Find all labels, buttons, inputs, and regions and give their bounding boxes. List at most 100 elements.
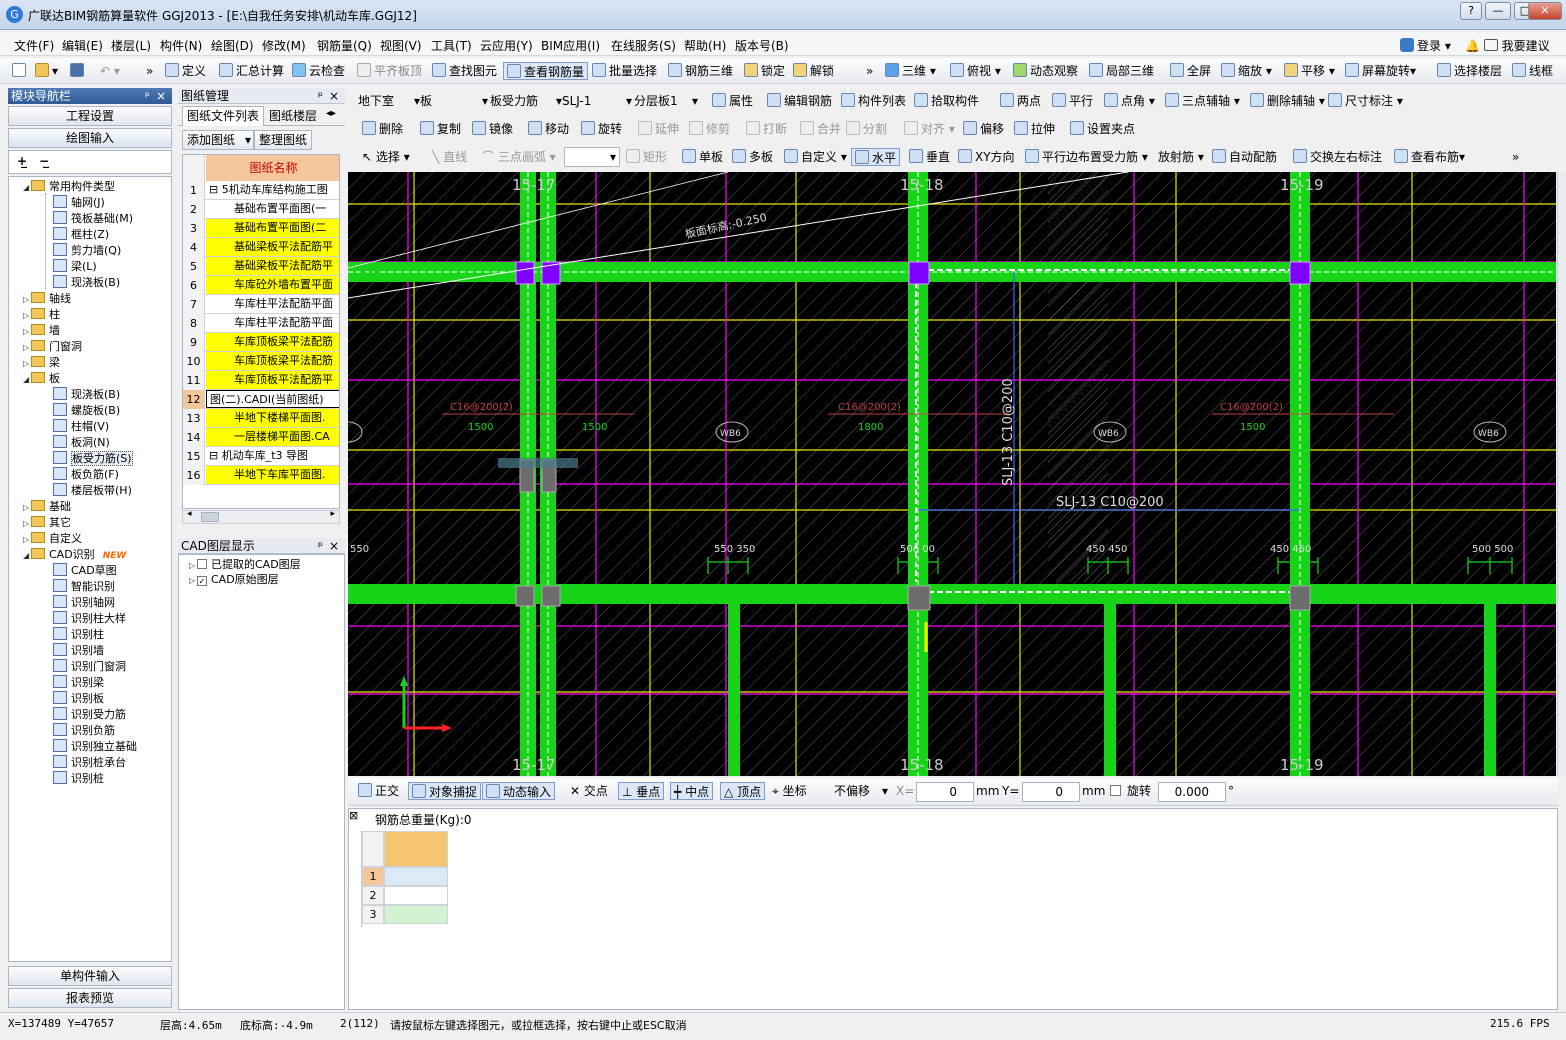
wireframe-button[interactable]: 线框 (1512, 62, 1553, 80)
menu-cloud[interactable]: 云应用(Y) (480, 37, 533, 54)
layer-original[interactable]: ▷ ✓ CAD原始图层 (189, 572, 279, 588)
suggest-button[interactable]: 🔔 我要建议 (1465, 37, 1550, 54)
drawing-row[interactable]: 15 ⊟ 机动车库_t3 导图 (183, 447, 339, 466)
collapse-icon[interactable]: ⊟ (209, 183, 222, 196)
tree-item[interactable]: 轴网(J) (53, 195, 105, 211)
collapse-all-icon[interactable]: −̲ (39, 154, 49, 168)
expand-icon[interactable]: ▷ (23, 340, 31, 356)
close-icon[interactable]: × (329, 538, 339, 554)
drawing-row[interactable]: 6 车库砼外墙布置平面 (183, 276, 339, 295)
drawing-row[interactable]: 13 半地下楼梯平面图. (183, 409, 339, 428)
close-icon[interactable]: × (329, 88, 339, 104)
tree-folder[interactable]: ▷ 其它 (23, 515, 71, 531)
tab-scroll-icon[interactable]: ◂▸ (326, 108, 336, 119)
3d-button[interactable]: 三维 ▾ (885, 62, 936, 80)
drawing-row[interactable]: 5 基础梁板平法配筋平 (183, 257, 339, 276)
move-button[interactable]: 移动 (528, 120, 569, 138)
expand-icon[interactable]: ▷ (23, 324, 31, 340)
tree-item[interactable]: 板负筋(F) (53, 467, 119, 483)
help-button[interactable]: ? (1460, 2, 1482, 20)
menu-modify[interactable]: 修改(M) (262, 37, 306, 54)
tab-drawing-floor[interactable]: 图纸楼层 (266, 108, 324, 126)
tree-item[interactable]: 识别独立基础 (53, 739, 137, 755)
canvas-vscroll[interactable] (1557, 172, 1566, 776)
parallel-button[interactable]: 平行 (1052, 92, 1093, 110)
tree-item[interactable]: 楼层板带(H) (53, 483, 132, 499)
select-floor-button[interactable]: 选择楼层 (1437, 62, 1502, 80)
category-select[interactable]: 板受力筋 ▾ (490, 92, 562, 110)
trim-button[interactable]: 修剪 (689, 120, 730, 138)
add-drawing-button[interactable]: 添加图纸 ▾ (182, 130, 254, 150)
component-select[interactable]: SLJ-1 ▾ (562, 92, 632, 110)
drawing-row[interactable]: 9 车库顶板梁平法配筋 (183, 333, 339, 352)
tree-folder[interactable]: ▷ 梁 (23, 355, 60, 371)
mirror-button[interactable]: 镜像 (472, 120, 513, 138)
menu-component[interactable]: 构件(N) (160, 37, 202, 54)
collapse-icon[interactable]: ◢ (23, 180, 31, 196)
menu-tools[interactable]: 工具(T) (431, 37, 472, 54)
save-icon[interactable] (70, 62, 87, 80)
login-button[interactable]: 登录 ▾ (1400, 37, 1451, 54)
tree-item[interactable]: 识别受力筋 (53, 707, 126, 723)
steel-cell[interactable] (384, 867, 448, 886)
offset-button[interactable]: 偏移 (963, 120, 1004, 138)
top-view-button[interactable]: 俯视 ▾ (950, 62, 1001, 80)
checkbox-checked[interactable]: ✓ (197, 576, 207, 586)
minimize-button[interactable]: — (1485, 2, 1511, 20)
zoom-button[interactable]: 缩放 ▾ (1221, 62, 1272, 80)
menu-steel[interactable]: 钢筋量(Q) (317, 37, 372, 54)
type-select[interactable]: 板 ▾ (420, 92, 488, 110)
auto-rebar-button[interactable]: 自动配筋 (1212, 148, 1277, 166)
single-input-button[interactable]: 单构件输入 (8, 966, 172, 986)
menu-bim[interactable]: BIM应用(I) (541, 37, 600, 54)
tree-folder[interactable]: ▷ 柱 (23, 307, 60, 323)
tree-item[interactable]: 识别柱 (53, 627, 104, 643)
expand-all-icon[interactable]: +̲ (17, 154, 27, 168)
steel-cell[interactable] (384, 886, 448, 905)
menu-edit[interactable]: 编辑(E) (62, 37, 103, 54)
ortho-button[interactable]: 正交 (358, 782, 399, 800)
rotate-checkbox[interactable]: 旋转 (1110, 782, 1151, 800)
tree-item[interactable]: 现浇板(B) (53, 387, 120, 403)
tree-item[interactable]: 剪力墙(Q) (53, 243, 121, 259)
single-slab-button[interactable]: 单板 (682, 148, 723, 166)
project-settings-button[interactable]: 工程设置 (8, 106, 172, 126)
horizontal-button[interactable]: 水平 (851, 148, 901, 166)
properties-button[interactable]: 属性 (712, 92, 753, 110)
tree-item[interactable]: 筏板基础(M) (53, 211, 133, 227)
align-top-button[interactable]: 平齐板顶 (357, 62, 422, 80)
view-rebar-button[interactable]: 查看布筋▾ (1394, 148, 1465, 166)
drawing-row[interactable]: 11 车库顶板平法配筋平 (183, 371, 339, 390)
pan-button[interactable]: 平移 ▾ (1284, 62, 1335, 80)
layer-select[interactable]: 分层板1 ▾ (634, 92, 698, 110)
arc-option-select[interactable]: ▾ (564, 147, 620, 167)
expand-icon[interactable]: ▷ (23, 308, 31, 324)
tree-item[interactable]: 识别轴网 (53, 595, 115, 611)
menu-floor[interactable]: 楼层(L) (111, 37, 151, 54)
draw-input-button[interactable]: 绘图输入 (8, 128, 172, 148)
batch-select-button[interactable]: 批量选择 (592, 62, 657, 80)
align-button[interactable]: 对齐 ▾ (904, 120, 955, 138)
more-icon[interactable]: » (146, 62, 153, 80)
tree-item[interactable]: 智能识别 (53, 579, 115, 595)
coordinate-button[interactable]: ⌖ 坐标 (772, 782, 807, 800)
cloud-check-button[interactable]: 云检查 (292, 62, 345, 80)
drawing-row[interactable]: 14 一层楼梯平面图.CA (183, 428, 339, 447)
tree-item[interactable]: 识别墙 (53, 643, 104, 659)
find-element-button[interactable]: 查找图元 (432, 62, 497, 80)
tree-folder[interactable]: ◢ 板 (23, 371, 60, 387)
component-list-button[interactable]: 构件列表 (841, 92, 906, 110)
tree-item[interactable]: 框柱(Z) (53, 227, 109, 243)
tree-folder[interactable]: ▷ 墙 (23, 323, 60, 339)
select-button[interactable]: ↖ 选择 ▾ (362, 148, 410, 166)
screen-rotate-button[interactable]: 屏幕旋转▾ (1345, 62, 1416, 80)
expand-icon[interactable]: ▷ (23, 292, 31, 308)
collapse-icon[interactable]: ◢ (23, 548, 31, 564)
stretch-button[interactable]: 拉伸 (1014, 120, 1055, 138)
tree-folder[interactable]: ▷ 轴线 (23, 291, 71, 307)
tree-item[interactable]: 梁(L) (53, 259, 97, 275)
floor-select[interactable]: 地下室 ▾ (358, 92, 420, 110)
rotate-input[interactable]: 0.000 (1158, 782, 1226, 802)
menu-version[interactable]: 版本号(B) (735, 37, 789, 54)
tree-item[interactable]: CAD草图 (53, 563, 117, 579)
